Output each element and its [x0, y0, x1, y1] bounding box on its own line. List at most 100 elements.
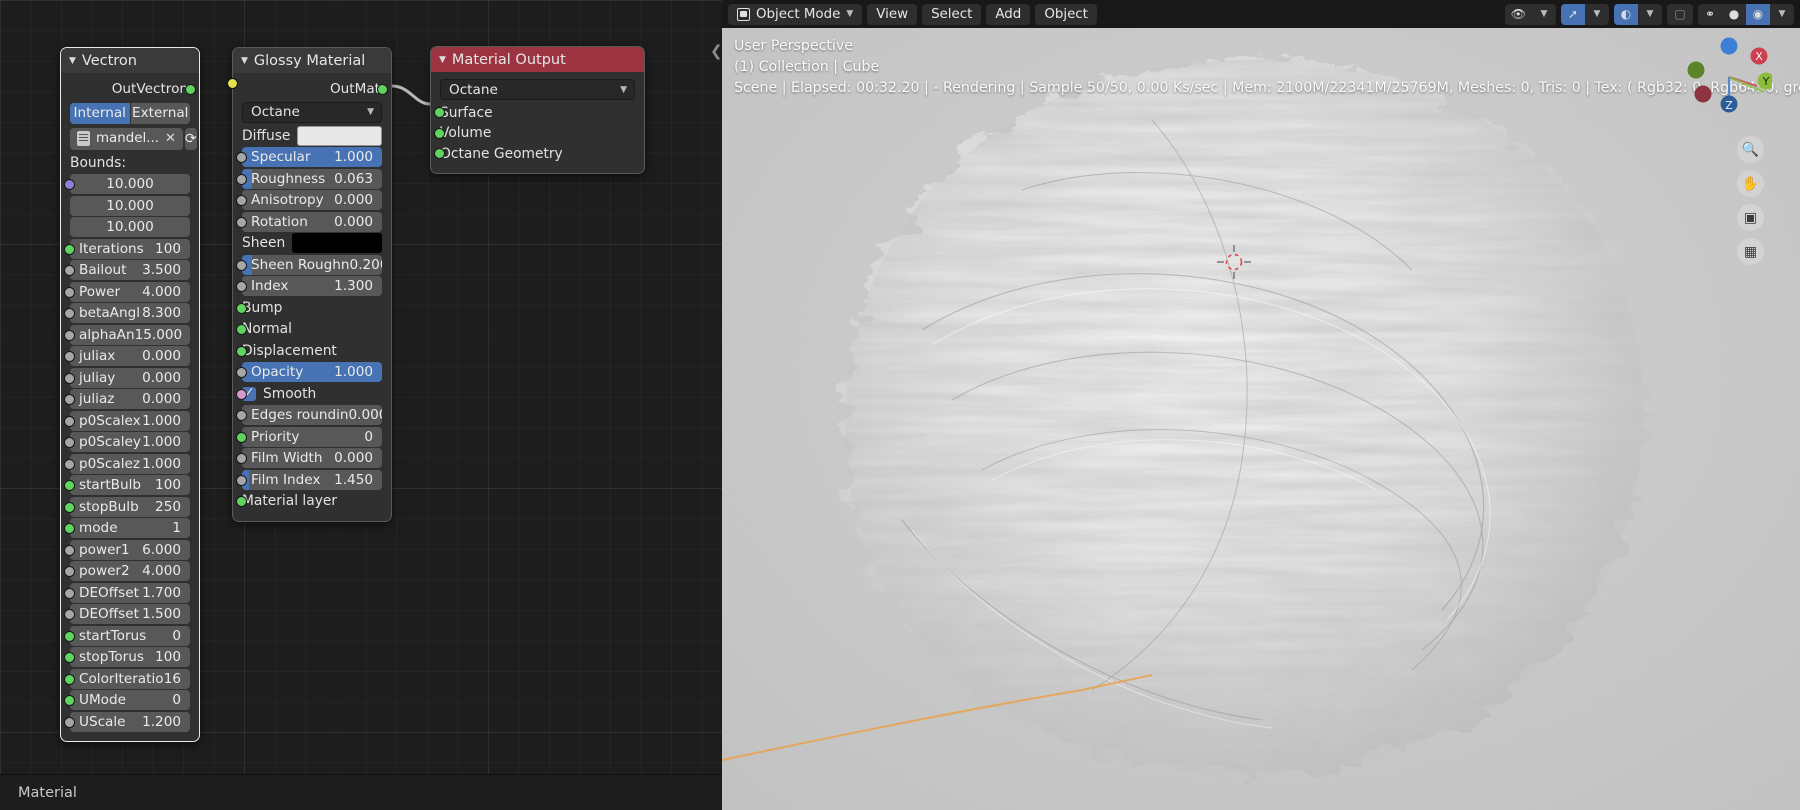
socket-stopbulb[interactable]: [64, 501, 75, 513]
vectron-field[interactable]: startBulb 100: [70, 475, 190, 495]
vectron-field[interactable]: stopBulb 250: [70, 496, 190, 517]
socket-mode[interactable]: [64, 523, 75, 534]
socket-umode[interactable]: [64, 695, 75, 706]
proportional-edit-icon[interactable]: ◐: [1614, 3, 1638, 25]
socket-sheen[interactable]: [227, 78, 238, 89]
bounds-row-z[interactable]: 10.000: [70, 217, 190, 237]
toggle-external[interactable]: External: [130, 102, 190, 124]
glossy-socket-row[interactable]: Bump: [236, 298, 382, 318]
vectron-param-row[interactable]: DEOffset 1.500: [64, 604, 190, 624]
socket-octane-geometry[interactable]: [434, 148, 445, 159]
pan-hand-icon[interactable]: ✋: [1737, 170, 1764, 197]
socket-rotation[interactable]: [236, 216, 247, 228]
socket-p0scaley[interactable]: [64, 437, 75, 448]
socket-starttorus[interactable]: [64, 630, 75, 642]
vectron-param-row[interactable]: juliax 0.000: [64, 346, 190, 366]
vectron-field[interactable]: power1 6.000: [70, 539, 190, 560]
vectron-field[interactable]: ColorIteratio 16: [70, 668, 190, 689]
mode-selector[interactable]: Object Mode ▼: [728, 3, 863, 25]
chevron-down-icon[interactable]: ▼: [1770, 4, 1794, 25]
vectron-param-row[interactable]: startTorus 0: [64, 625, 190, 646]
vectron-field[interactable]: betaAngl 8.300: [70, 303, 190, 323]
glossy-slider-row[interactable]: Film Index 1.450: [236, 469, 382, 490]
socket-betaangl[interactable]: [64, 308, 75, 319]
glossy-slider[interactable]: Sheen Roughn0.200: [242, 254, 382, 275]
viewport-header[interactable]: Object Mode ▼ View Select Add Object 👁 ▼…: [722, 0, 1800, 28]
vectron-param-row[interactable]: p0Scalex 1.000: [64, 410, 190, 431]
socket-edges-roundin[interactable]: [236, 410, 247, 421]
node-vectron-header[interactable]: ▼ Vectron: [61, 48, 199, 73]
vectron-field[interactable]: UMode 0: [70, 690, 190, 710]
visibility-group[interactable]: 👁 ▼: [1504, 3, 1556, 25]
vectron-field[interactable]: alphaAn 15.000: [70, 324, 190, 345]
solid-shading-icon[interactable]: ●: [1722, 4, 1746, 25]
chevron-down-icon[interactable]: ▼: [1638, 4, 1662, 25]
sidebar-collapse-icon[interactable]: ❮: [710, 44, 723, 59]
glossy-render-engine-dropdown[interactable]: Octane ▼: [242, 101, 382, 123]
vectron-field[interactable]: juliaz 0.000: [70, 389, 190, 409]
socket-sheen-roughn[interactable]: [236, 259, 247, 271]
menu-add[interactable]: Add: [986, 3, 1031, 25]
vectron-param-row[interactable]: UMode 0: [64, 690, 190, 710]
matout-engine-dropdown[interactable]: Octane ▼: [440, 79, 635, 100]
socket-startbulb[interactable]: [64, 480, 75, 491]
node-glossy-material[interactable]: ▼ Glossy Material OutMat Octane ▼ Diffus…: [227, 47, 392, 522]
vectron-field[interactable]: power2 4.000: [70, 561, 190, 581]
zoom-icon[interactable]: 🔍: [1737, 136, 1764, 163]
glossy-slider-row[interactable]: Anisotropy 0.000: [236, 190, 382, 210]
glossy-color-row[interactable]: Diffuse: [227, 78, 382, 146]
vectron-param-row[interactable]: UScale 1.200: [64, 711, 190, 732]
xray-toggle-icon[interactable]: ▢: [1667, 3, 1693, 25]
vectron-param-row[interactable]: mode 1: [64, 518, 190, 538]
glossy-socket-row[interactable]: Displacement: [236, 341, 382, 361]
glossy-slider-row[interactable]: Specular 1.000: [236, 147, 382, 167]
socket-volume[interactable]: [434, 127, 445, 139]
socket-uscale[interactable]: [64, 716, 75, 728]
node-vectron[interactable]: ▼ Vectron OutVectron Internal External m…: [60, 47, 200, 742]
glossy-slider[interactable]: Rotation 0.000: [242, 211, 382, 232]
vectron-field[interactable]: juliax 0.000: [70, 346, 190, 366]
socket-index[interactable]: [236, 281, 247, 292]
glossy-slider[interactable]: Opacity 1.000: [242, 362, 382, 382]
socket-priority[interactable]: [236, 431, 247, 443]
shading-group[interactable]: ⚭ ● ◉ ▼: [1698, 3, 1794, 25]
toggle-ortho-icon[interactable]: ▦: [1737, 238, 1764, 265]
bounds-row-x[interactable]: 10.000: [64, 174, 190, 194]
socket-juliay[interactable]: [64, 372, 75, 384]
glossy-slider-row[interactable]: Sheen Roughn0.200: [236, 254, 382, 275]
socket-coloriteratio[interactable]: [64, 673, 75, 685]
bounds-field-x[interactable]: 10.000: [70, 174, 190, 194]
socket-film-index[interactable]: [236, 474, 247, 486]
vectron-param-row[interactable]: Power 4.000: [64, 281, 190, 302]
vectron-field[interactable]: startTorus 0: [70, 625, 190, 646]
vectron-param-row[interactable]: power2 4.000: [64, 561, 190, 581]
vectron-param-row[interactable]: betaAngl 8.300: [64, 303, 190, 323]
vectron-field[interactable]: Iterations 100: [70, 238, 190, 259]
socket-alphaan[interactable]: [64, 329, 75, 341]
socket-displacement[interactable]: [236, 345, 247, 357]
collapse-triangle-icon[interactable]: ▼: [241, 56, 248, 66]
socket-outmat[interactable]: [377, 83, 388, 95]
chevron-down-icon[interactable]: ▼: [367, 107, 374, 117]
vectron-datablock[interactable]: mandel... ✕ ⟳: [70, 127, 197, 150]
matout-input-row[interactable]: Surface: [434, 103, 635, 122]
glossy-slider-row[interactable]: Film Width 0.000: [236, 448, 382, 468]
vectron-param-row[interactable]: Iterations 100: [64, 238, 190, 259]
socket-bounds[interactable]: [64, 179, 75, 190]
chevron-down-icon[interactable]: ▼: [620, 85, 627, 95]
node-material-output[interactable]: ▼ Material Output Octane ▼ Surface Volume…: [430, 46, 645, 174]
glossy-slider-row[interactable]: Rotation 0.000: [236, 211, 382, 232]
socket-bump[interactable]: [236, 302, 247, 314]
glossy-slider-row[interactable]: Edges roundin0.000: [236, 405, 382, 425]
vectron-param-row[interactable]: DEOffset 1.700: [64, 582, 190, 603]
3d-viewport[interactable]: Object Mode ▼ View Select Add Object 👁 ▼…: [722, 0, 1800, 810]
navigation-gizmo[interactable]: Z X Y: [1686, 34, 1772, 120]
socket-iterations[interactable]: [64, 243, 75, 255]
vectron-field[interactable]: stopTorus 100: [70, 647, 190, 667]
menu-object[interactable]: Object: [1035, 3, 1097, 25]
glossy-slider[interactable]: Film Width 0.000: [242, 448, 382, 468]
close-icon[interactable]: ✕: [165, 131, 176, 146]
collapse-triangle-icon[interactable]: ▼: [439, 55, 446, 65]
glossy-slider[interactable]: Specular 1.000: [242, 147, 382, 167]
vectron-param-row[interactable]: stopBulb 250: [64, 496, 190, 517]
